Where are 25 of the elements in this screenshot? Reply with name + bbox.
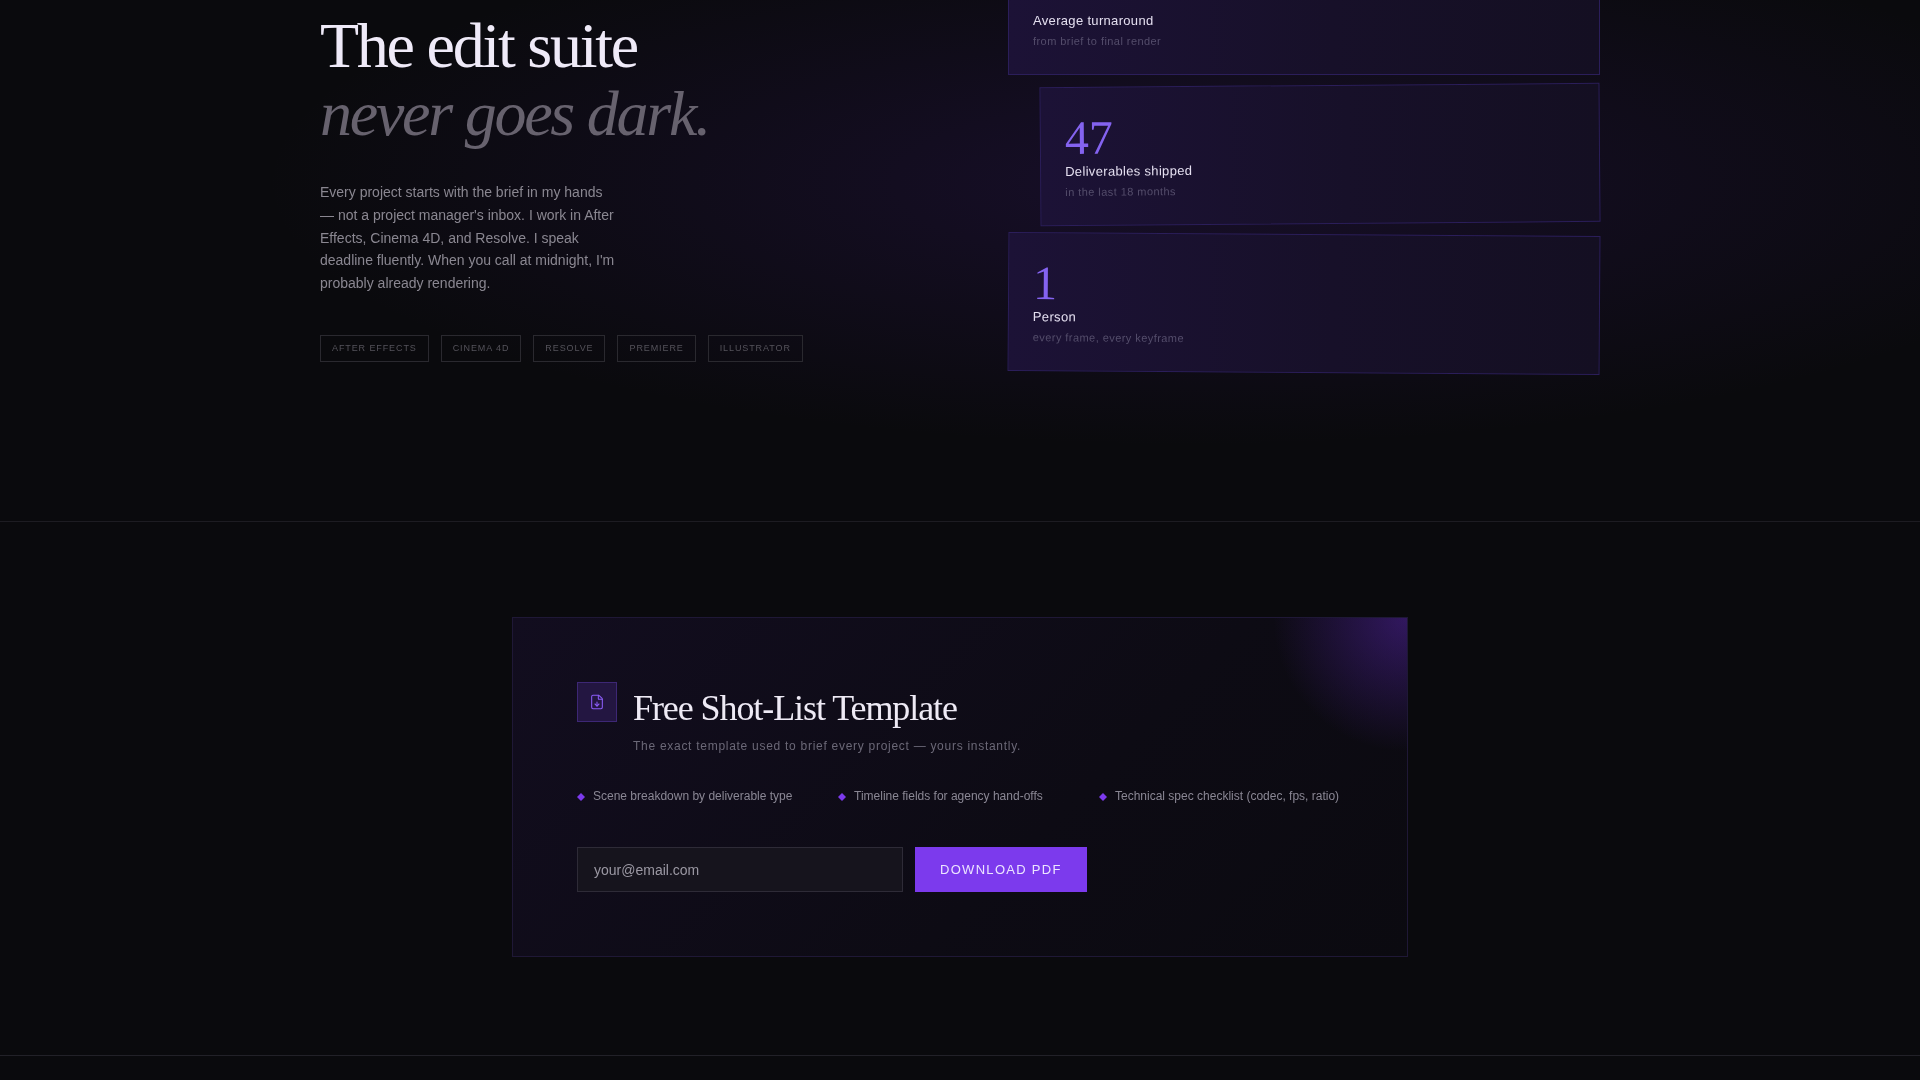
diamond-icon <box>1099 793 1107 801</box>
tool-tag: AFTER EFFECTS <box>320 334 429 362</box>
stat-note: from brief to final render <box>1033 34 1162 48</box>
diamond-icon <box>838 793 846 801</box>
feature-text: Technical spec checklist (codec, fps, ratio) <box>1115 788 1340 805</box>
download-button[interactable]: DOWNLOAD PDF <box>915 847 1087 892</box>
stat-label: Average turnaround <box>1033 12 1154 30</box>
email-field[interactable]: your@email.com <box>577 847 903 892</box>
diamond-icon <box>577 793 585 801</box>
intro-paragraph: Every project starts with the brief in my hands — not a project manager's inbox. I work in After Effects, Cinema 4D, and Resolve. I speak deadline fluently. When you call at midnight, I'm probably already rendering. <box>320 183 616 293</box>
file-download-icon <box>577 682 617 722</box>
stat-value: 47 <box>1064 113 1114 162</box>
headline-accent: never goes dark. <box>320 80 709 148</box>
tool-tag: CINEMA 4D <box>440 334 522 362</box>
headline: The edit suite <box>320 12 637 80</box>
feature-text: Scene breakdown by deliverable type <box>593 788 793 805</box>
card-subtitle: The exact template used to brief every project — yours instantly. <box>633 738 1022 755</box>
card-title: Free Shot-List Template <box>633 688 957 728</box>
stat-value: 1 <box>1032 259 1058 308</box>
feature-text: Timeline fields for agency hand-offs <box>854 788 1043 805</box>
tool-tag: ILLUSTRATOR <box>707 334 803 362</box>
stat-label: Deliverables shipped <box>1065 162 1193 181</box>
stat-label: Person <box>1032 308 1077 327</box>
tool-tag: RESOLVE <box>533 334 606 362</box>
tool-tag: PREMIERE <box>617 334 696 362</box>
